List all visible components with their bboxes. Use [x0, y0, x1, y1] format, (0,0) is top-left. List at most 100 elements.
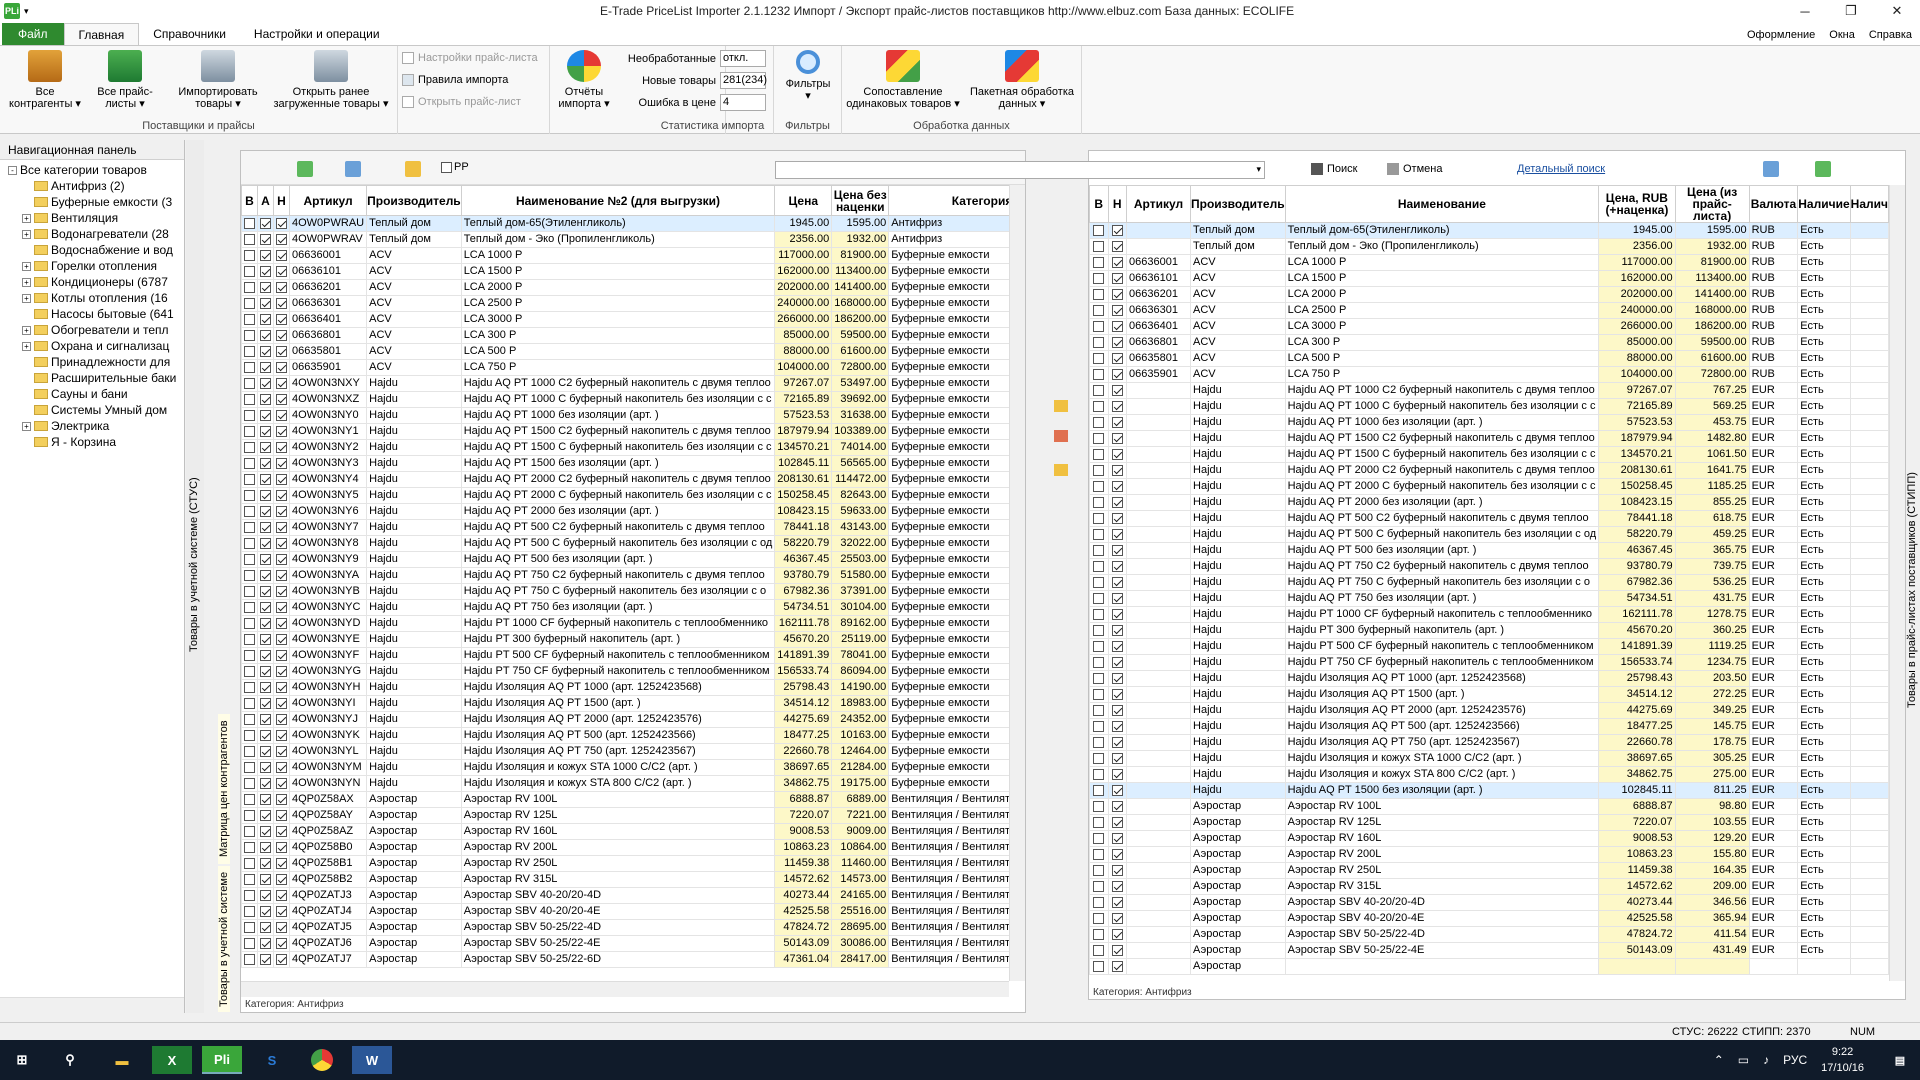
- row-checkbox[interactable]: [276, 633, 287, 645]
- table-cell[interactable]: Буферные емкости: [888, 727, 1011, 744]
- table-cell[interactable]: 59633.00: [831, 503, 890, 520]
- table-cell[interactable]: RUB: [1748, 318, 1799, 335]
- table-cell[interactable]: Теплый дом: [1190, 238, 1286, 255]
- table-cell[interactable]: Аэростар: [1190, 910, 1286, 927]
- table-cell[interactable]: [1089, 270, 1109, 287]
- table-cell[interactable]: Есть: [1797, 366, 1851, 383]
- table-cell[interactable]: Hajdu AQ PT 2000 C2 буферный накопитель …: [1284, 462, 1600, 479]
- table-cell[interactable]: Есть: [1797, 766, 1851, 783]
- table-cell[interactable]: [1125, 462, 1192, 479]
- row-checkbox[interactable]: [1093, 800, 1105, 812]
- row-checkbox[interactable]: [1111, 448, 1123, 460]
- table-cell[interactable]: 1945.00: [1598, 222, 1676, 239]
- table-row[interactable]: Hajdu Hajdu AQ PT 750 C2 буферный накопит…: [1089, 558, 1889, 575]
- table-cell[interactable]: Hajdu: [1190, 750, 1286, 767]
- table-cell[interactable]: [1849, 798, 1889, 815]
- table-cell[interactable]: 25119.00: [831, 631, 890, 648]
- table-cell[interactable]: Есть: [1797, 926, 1851, 943]
- table-cell[interactable]: 44275.69: [774, 711, 833, 728]
- table-row[interactable]: 4OW0N3NYB Hajdu Hajdu AQ PT 750 C буферный…: [241, 583, 1011, 600]
- row-checkbox[interactable]: [244, 505, 255, 517]
- table-cell[interactable]: Hajdu: [366, 407, 462, 424]
- table-row[interactable]: 06636201 ACV LCA 2000 P 202000.00 141400.00 R…: [1089, 286, 1889, 303]
- row-checkbox[interactable]: [1111, 688, 1123, 700]
- table-cell[interactable]: Есть: [1797, 254, 1851, 271]
- table-cell[interactable]: Есть: [1797, 478, 1851, 495]
- table-cell[interactable]: LCA 1500 P: [460, 263, 776, 280]
- table-cell[interactable]: EUR: [1748, 926, 1799, 943]
- table-cell[interactable]: [1089, 686, 1109, 703]
- table-cell[interactable]: 178.75: [1674, 734, 1750, 751]
- table-cell[interactable]: [1849, 846, 1889, 863]
- table-cell[interactable]: Есть: [1797, 558, 1851, 575]
- table-cell[interactable]: [273, 791, 290, 808]
- table-cell[interactable]: Аэростар: [366, 887, 462, 904]
- link-folder-icon[interactable]: [1054, 464, 1068, 476]
- table-cell[interactable]: Аэростар RV 160L: [1284, 830, 1600, 847]
- table-cell[interactable]: 7220.07: [1598, 814, 1676, 831]
- table-cell[interactable]: [257, 519, 274, 536]
- table-cell[interactable]: [1089, 750, 1109, 767]
- table-cell[interactable]: [273, 951, 290, 968]
- table-cell[interactable]: ACV: [366, 279, 462, 296]
- table-cell[interactable]: Hajdu: [1190, 622, 1286, 639]
- row-checkbox[interactable]: [260, 873, 271, 885]
- excel-icon[interactable]: X: [152, 1046, 192, 1074]
- row-checkbox[interactable]: [260, 553, 271, 565]
- table-cell[interactable]: Буферные емкости: [888, 599, 1011, 616]
- table-cell[interactable]: [1849, 606, 1889, 623]
- table-cell[interactable]: 134570.21: [774, 439, 833, 456]
- tree-item[interactable]: + Вентиляция: [8, 210, 184, 226]
- table-cell[interactable]: [1089, 782, 1109, 799]
- tab-file[interactable]: Файл: [2, 23, 64, 45]
- row-checkbox[interactable]: [1093, 784, 1105, 796]
- left-hscrollbar[interactable]: [241, 981, 1009, 997]
- table-cell[interactable]: [257, 583, 274, 600]
- table-cell[interactable]: [241, 391, 258, 408]
- table-cell[interactable]: EUR: [1748, 622, 1799, 639]
- table-cell[interactable]: [257, 407, 274, 424]
- table-cell[interactable]: 28695.00: [831, 919, 890, 936]
- table-cell[interactable]: 6888.87: [774, 791, 833, 808]
- table-cell[interactable]: Hajdu AQ PT 1500 C буферный накопитель б…: [460, 439, 776, 456]
- table-cell[interactable]: [1849, 702, 1889, 719]
- table-cell[interactable]: Антифриз: [888, 231, 1011, 248]
- table-cell[interactable]: Hajdu AQ PT 1000 C2 буферный накопитель …: [1284, 382, 1600, 399]
- row-checkbox[interactable]: [1093, 432, 1105, 444]
- table-cell[interactable]: 06635901: [1125, 366, 1192, 383]
- table-cell[interactable]: 141400.00: [831, 279, 890, 296]
- table-cell[interactable]: Hajdu PT 750 CF буферный накопитель с те…: [460, 663, 776, 680]
- table-cell[interactable]: Hajdu AQ PT 750 C2 буферный накопитель с…: [1284, 558, 1600, 575]
- table-cell[interactable]: EUR: [1748, 558, 1799, 575]
- table-cell[interactable]: [1125, 590, 1192, 607]
- table-cell[interactable]: [273, 503, 290, 520]
- table-cell[interactable]: 150258.45: [774, 487, 833, 504]
- table-cell[interactable]: [1125, 542, 1192, 559]
- column-header[interactable]: Цена, RUB (+наценка): [1598, 185, 1676, 223]
- table-cell[interactable]: 365.75: [1674, 542, 1750, 559]
- table-cell[interactable]: Hajdu PT 300 буферный накопитель (арт. ): [1284, 622, 1600, 639]
- row-checkbox[interactable]: [260, 809, 271, 821]
- table-cell[interactable]: [241, 583, 258, 600]
- table-cell[interactable]: 536.25: [1674, 574, 1750, 591]
- table-cell[interactable]: RUB: [1748, 334, 1799, 351]
- table-cell[interactable]: 141400.00: [1674, 286, 1750, 303]
- table-cell[interactable]: ACV: [366, 359, 462, 376]
- column-header[interactable]: Производитель: [1190, 185, 1286, 223]
- table-cell[interactable]: [1089, 254, 1109, 271]
- table-cell[interactable]: [273, 295, 290, 312]
- table-cell[interactable]: 4OW0N3NYM: [288, 759, 368, 776]
- table-cell[interactable]: Есть: [1797, 718, 1851, 735]
- table-cell[interactable]: RUB: [1748, 366, 1799, 383]
- table-cell[interactable]: [241, 279, 258, 296]
- table-cell[interactable]: 06636301: [288, 295, 368, 312]
- row-checkbox[interactable]: [1111, 608, 1123, 620]
- row-checkbox[interactable]: [276, 649, 287, 661]
- table-cell[interactable]: Hajdu AQ PT 1500 без изоляции (арт. ): [460, 455, 776, 472]
- table-cell[interactable]: [257, 871, 274, 888]
- chrome-icon[interactable]: [302, 1046, 342, 1074]
- table-cell[interactable]: 155.80: [1674, 846, 1750, 863]
- table-cell[interactable]: [257, 231, 274, 248]
- table-row[interactable]: Hajdu Hajdu AQ PT 500 C буферный накопите…: [1089, 526, 1889, 543]
- table-cell[interactable]: [273, 343, 290, 360]
